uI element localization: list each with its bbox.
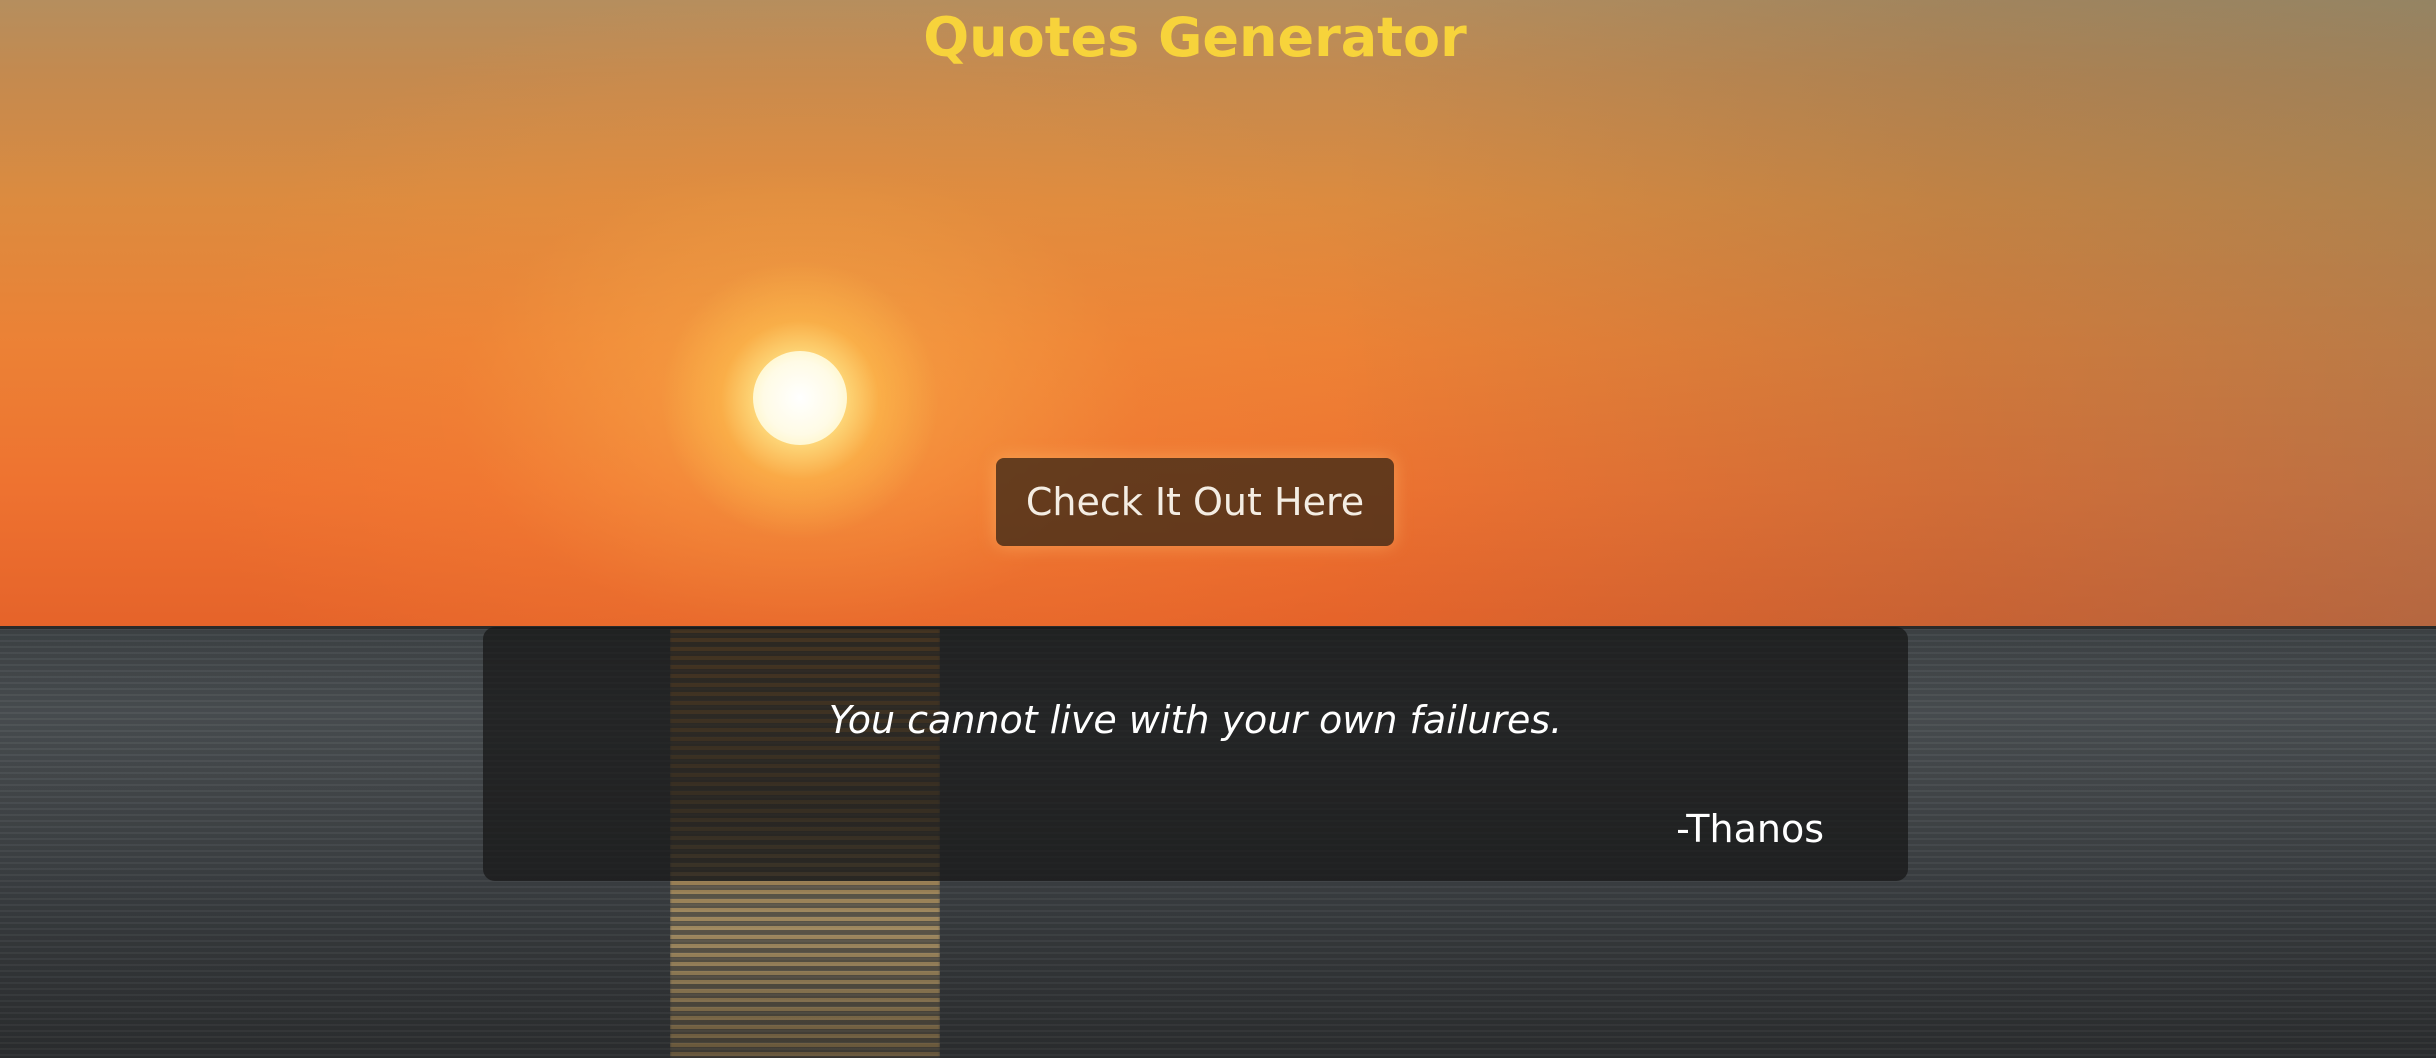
- quote-card: You cannot live with your own failures. …: [483, 627, 1908, 881]
- sun: [753, 351, 847, 445]
- page-title: Quotes Generator: [923, 6, 1467, 69]
- check-it-out-button[interactable]: Check It Out Here: [996, 458, 1394, 546]
- quote-author: -Thanos: [1676, 807, 1824, 851]
- quote-text: You cannot live with your own failures.: [828, 698, 1563, 742]
